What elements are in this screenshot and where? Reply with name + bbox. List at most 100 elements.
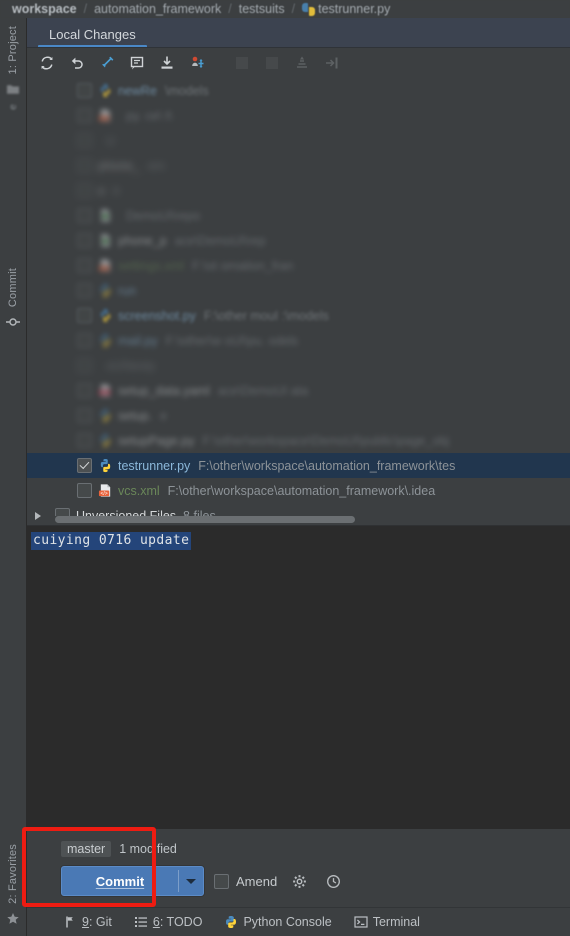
svg-text:</>: </>	[100, 491, 107, 497]
row-checkbox[interactable]	[77, 208, 92, 223]
table-row[interactable]: U	[27, 128, 570, 153]
row-checkbox[interactable]	[77, 333, 92, 348]
table-row[interactable]: DemoUI\repo	[27, 203, 570, 228]
rollback-icon[interactable]	[65, 51, 89, 75]
breadcrumb-item-automation-framework[interactable]: automation_framework	[94, 2, 221, 16]
clock-icon[interactable]	[321, 869, 345, 893]
table-row[interactable]: </> vcs.xml F:\other\workspace\automation_…	[27, 478, 570, 503]
row-checkbox[interactable]	[77, 283, 92, 298]
chevron-right-icon[interactable]	[35, 511, 41, 520]
file-path: ace\DemoUI ata	[217, 383, 309, 398]
changes-rows: newRe \models </> py. ce\ t\ Uphone_ em e tr Dem…	[27, 78, 570, 525]
git-branch-icon	[66, 916, 73, 928]
table-row[interactable]: newRe \models	[27, 78, 570, 103]
preview-diff-icon[interactable]	[320, 51, 344, 75]
modified-count-label: 1 modified	[119, 842, 177, 856]
python-console-icon	[226, 916, 237, 928]
changes-toolbar	[27, 48, 570, 78]
amend-checkbox-group[interactable]: Amend	[214, 873, 278, 889]
show-diff-icon[interactable]	[125, 51, 149, 75]
table-row[interactable]: testrunner.py F:\other\workspace\automati…	[27, 453, 570, 478]
table-row[interactable]: screenshot.py F:\other mouI :\models	[27, 303, 570, 328]
tab-local-changes[interactable]: Local Changes	[35, 23, 150, 48]
row-checkbox[interactable]	[77, 233, 92, 248]
row-checkbox[interactable]	[77, 258, 92, 273]
status-item-todo[interactable]: 6: TODO	[134, 915, 202, 929]
file-path: F:\other mouI :\models	[203, 308, 329, 323]
python-file-icon	[98, 83, 113, 98]
file-path: em	[147, 158, 166, 173]
refresh-changes-icon[interactable]	[35, 51, 59, 75]
python-file-icon	[98, 458, 113, 473]
commit-button[interactable]: Commit	[61, 866, 204, 896]
commit-button-label: Commit	[95, 873, 145, 889]
amend-label: Amend	[236, 873, 278, 889]
breadcrumb-separator: /	[83, 2, 88, 16]
table-row[interactable]: e tr	[27, 178, 570, 203]
amend-checkbox[interactable]	[214, 873, 229, 889]
tab-bar: Local Changes	[27, 18, 570, 48]
sidebar-item-favorites[interactable]: 2: Favorites	[7, 840, 19, 908]
branch-name-chip[interactable]: master	[61, 841, 112, 857]
sidebar-item-structure[interactable]: e	[8, 100, 19, 114]
collapse-all-icon[interactable]	[290, 51, 314, 75]
row-checkbox[interactable]	[77, 408, 92, 423]
xml-file-icon: </>	[98, 258, 113, 273]
commit-message-area[interactable]: cuiying 0716 update 输入备注	[27, 525, 570, 829]
breadcrumb-separator: /	[228, 2, 232, 16]
status-bar: 9: Git 6: TODO Python Console Terminal	[27, 907, 570, 936]
commit-bar: master 1 modified Commit Amend	[27, 829, 570, 907]
commit-options-dropdown[interactable]	[179, 867, 203, 895]
table-row[interactable]: run	[27, 278, 570, 303]
breadcrumb-separator: /	[291, 2, 296, 16]
breadcrumb: workspace / automation_framework / tests…	[0, 0, 570, 18]
commit-message-input[interactable]: cuiying 0716 update	[31, 532, 192, 550]
row-checkbox[interactable]	[77, 133, 92, 148]
horizontal-scrollbar-thumb[interactable]	[55, 516, 355, 523]
breadcrumb-item-testrunner-py[interactable]: testrunner.py	[318, 2, 390, 16]
yaml-file-icon: YML	[98, 383, 113, 398]
table-row[interactable]: phone_p ace\DemoUI\rep	[27, 228, 570, 253]
row-checkbox[interactable]	[77, 108, 92, 123]
status-item-terminal[interactable]: Terminal	[354, 915, 420, 929]
status-item-python-console[interactable]: Python Console	[224, 915, 332, 929]
file-path: F:\other\workspace\DemoUI\public\page_ob…	[202, 433, 450, 448]
file-path: py. ce\ t\	[126, 108, 173, 123]
expand-all-icon[interactable]	[260, 51, 284, 75]
row-checkbox[interactable]	[77, 183, 92, 198]
changes-list[interactable]: newRe \models </> py. ce\ t\ Uphone_ em e tr Dem…	[27, 78, 570, 525]
sidebar-item-project[interactable]: 1: Project	[7, 22, 19, 78]
table-row[interactable]: YML setup_data.yaml ace\DemoUI ata	[27, 378, 570, 403]
sidebar-item-commit[interactable]: Commit	[7, 264, 19, 311]
table-row[interactable]: setup. e	[27, 403, 570, 428]
breadcrumb-item-workspace[interactable]: workspace	[12, 2, 77, 16]
row-checkbox[interactable]	[77, 483, 92, 498]
table-row[interactable]: </> settings.xml F:\ot omation_fran	[27, 253, 570, 278]
file-icon	[98, 208, 113, 223]
file-path: tr	[112, 183, 121, 198]
gear-icon[interactable]	[287, 869, 311, 893]
svg-text:</>: </>	[100, 116, 107, 122]
table-row[interactable]: setupPage.py F:\other\workspace\DemoUI\pu…	[27, 428, 570, 453]
get-from-vcs-icon[interactable]	[155, 51, 179, 75]
status-item-todo-num: 6	[152, 915, 160, 929]
row-checkbox[interactable]	[77, 308, 92, 323]
file-path: U	[106, 133, 116, 148]
status-item-git[interactable]: 9: Git	[63, 915, 112, 929]
shelve-silently-icon[interactable]	[95, 51, 119, 75]
table-row[interactable]: mail.py F:\other\w oUI\pu. odels	[27, 328, 570, 353]
row-checkbox[interactable]	[77, 83, 92, 98]
row-checkbox[interactable]	[77, 158, 92, 173]
file-name: e	[98, 183, 105, 198]
move-to-changelist-icon[interactable]	[185, 51, 209, 75]
table-row[interactable]: oUI\testy	[27, 353, 570, 378]
table-row[interactable]: </> py. ce\ t\	[27, 103, 570, 128]
status-item-git-num: 9	[82, 915, 89, 929]
row-checkbox[interactable]	[77, 358, 92, 373]
group-by-icon[interactable]	[230, 51, 254, 75]
table-row[interactable]: phone_ em	[27, 153, 570, 178]
row-checkbox[interactable]	[77, 433, 92, 448]
row-checkbox[interactable]	[77, 383, 92, 398]
breadcrumb-item-testsuits[interactable]: testsuits	[239, 2, 285, 16]
row-checkbox[interactable]	[77, 458, 92, 473]
